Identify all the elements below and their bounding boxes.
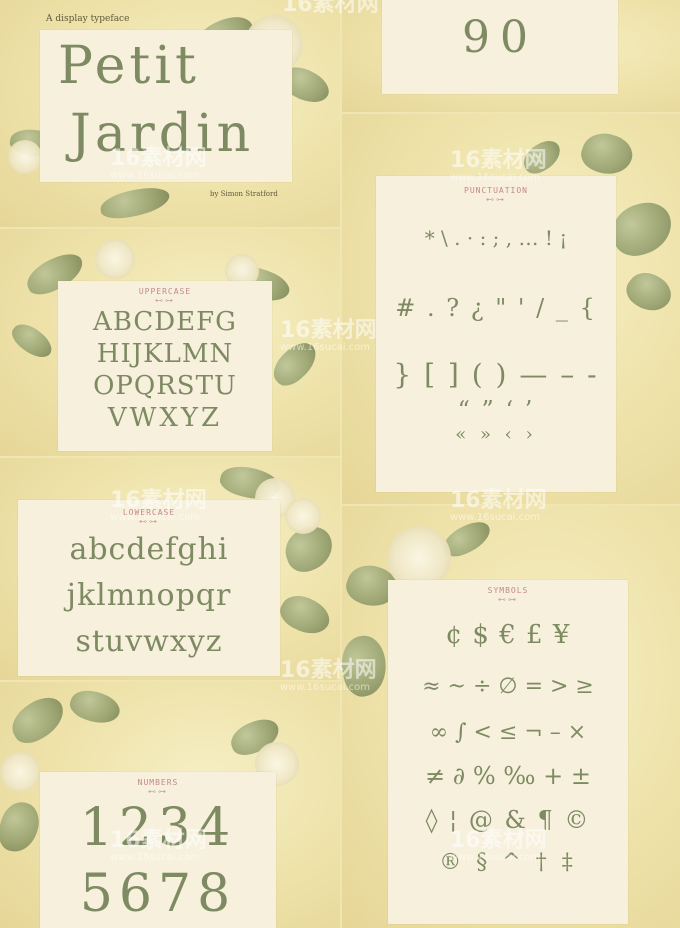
uppercase-label: UPPERCASE [138, 287, 192, 296]
punctuation-row-2: # . ? ¿ " ' / _ { [395, 294, 597, 322]
punctuation-row-3: } [ ] ( ) — – - [393, 358, 599, 391]
foliage-decoration [266, 336, 324, 392]
foliage-decoration [576, 126, 638, 182]
foliage-decoration [98, 184, 172, 222]
symbols-label: SYMBOLS [487, 586, 529, 595]
uppercase-row-2: HIJKLMN [96, 339, 234, 369]
numbers-label: NUMBERS [137, 778, 179, 787]
foliage-decoration [7, 317, 57, 365]
foliage-decoration [66, 684, 124, 730]
numbers-preview-panel: 90 [342, 0, 680, 112]
lowercase-row-1: abcdefghi [69, 532, 229, 567]
lowercase-label: LOWERCASE [122, 508, 176, 517]
foliage-decoration [0, 799, 43, 855]
uppercase-row-3: OPQRSTU [93, 371, 237, 401]
uppercase-row-1: ABCDEFG [93, 307, 237, 337]
uppercase-panel: UPPERCASE ⊷⊶ ABCDEFG HIJKLMN OPQRSTU VWX… [0, 229, 340, 456]
symbols-row-3: ∞ ∫ < ≤ ¬ – × [429, 720, 587, 745]
symbols-row-6: ® § ^ † ‡ [439, 850, 577, 875]
tagline: A display typeface [46, 14, 130, 24]
lowercase-panel: LOWERCASE ⊷⊶ abcdefghi jklmnopqr stuvwxy… [0, 458, 340, 680]
ornament-divider: ⊷⊶ [486, 195, 506, 204]
punctuation-row-5: « » ‹ › [455, 424, 537, 445]
numbers-preview-glyphs: 90 [462, 12, 538, 63]
title-panel: A display typeface Petit Jardin by Simon… [0, 0, 340, 227]
flower-decoration [285, 498, 321, 534]
numbers-panel: NUMBERS ⊷⊶ 1234 5678 [0, 682, 340, 928]
symbols-panel: SYMBOLS ⊷⊶ ¢ $ € £ ¥ ≈ ~ ÷ ∅ = > ≥ ∞ ∫ <… [342, 506, 680, 928]
flower-decoration [8, 140, 42, 174]
foliage-decoration [342, 632, 391, 700]
ornament-divider: ⊷⊶ [498, 595, 518, 604]
symbols-row-4: ≠ ∂ % ‰ + ± [425, 762, 591, 790]
symbols-row-2: ≈ ~ ÷ ∅ = > ≥ [422, 674, 594, 699]
punctuation-row-1: * \ . · : ; , … ! ¡ [424, 226, 568, 250]
lowercase-row-2: jklmnopqr [66, 578, 232, 613]
ornament-divider: ⊷⊶ [155, 296, 175, 305]
ornament-divider: ⊷⊶ [148, 787, 168, 796]
title-line-1: Petit [58, 36, 200, 96]
foliage-decoration [620, 264, 678, 320]
foliage-decoration [274, 587, 336, 643]
flower-decoration [0, 752, 40, 792]
title-line-2: Jardin [70, 104, 255, 164]
foliage-decoration [4, 690, 72, 750]
symbols-row-5: ◊ ¦ @ & ¶ © [425, 806, 591, 834]
numbers-row-2: 5678 [79, 864, 237, 924]
foliage-decoration [518, 135, 566, 179]
numbers-row-1: 1234 [79, 798, 237, 858]
ornament-divider: ⊷⊶ [139, 517, 159, 526]
punctuation-panel: PUNCTUATION ⊷⊶ * \ . · : ; , … ! ¡ # . ?… [342, 114, 680, 504]
flower-decoration [95, 239, 135, 279]
lowercase-row-3: stuvwxyz [75, 624, 223, 659]
uppercase-row-4: VWXYZ [107, 403, 223, 433]
foliage-decoration [606, 197, 678, 261]
symbols-row-1: ¢ $ € £ ¥ [445, 620, 571, 650]
byline: by Simon Stratford [210, 190, 278, 198]
punctuation-row-4: “ ” ‘ ’ [457, 396, 535, 424]
punctuation-label: PUNCTUATION [464, 186, 528, 195]
